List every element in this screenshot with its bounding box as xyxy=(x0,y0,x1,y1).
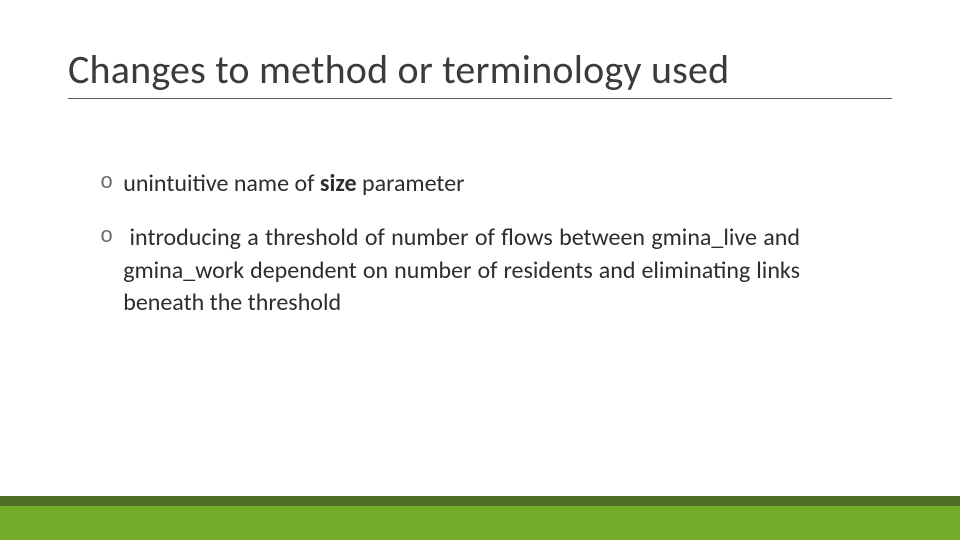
bullet-text: introducing a threshold of number of flo… xyxy=(123,222,800,319)
bullet-marker-icon: o xyxy=(100,168,113,199)
slide: Changes to method or terminology used o … xyxy=(0,0,960,540)
slide-body: o unintuitive name of size parameter o i… xyxy=(100,168,800,342)
bullet-item: o introducing a threshold of number of f… xyxy=(100,222,800,319)
bullet-item: o unintuitive name of size parameter xyxy=(100,168,800,200)
footer-accent-shadow xyxy=(0,496,960,506)
bullet-text: unintuitive name of size parameter xyxy=(123,168,800,200)
title-block: Changes to method or terminology used xyxy=(68,48,892,99)
footer-accent-bar xyxy=(0,506,960,540)
bullet-marker-icon: o xyxy=(100,222,113,253)
slide-title: Changes to method or terminology used xyxy=(68,48,892,99)
